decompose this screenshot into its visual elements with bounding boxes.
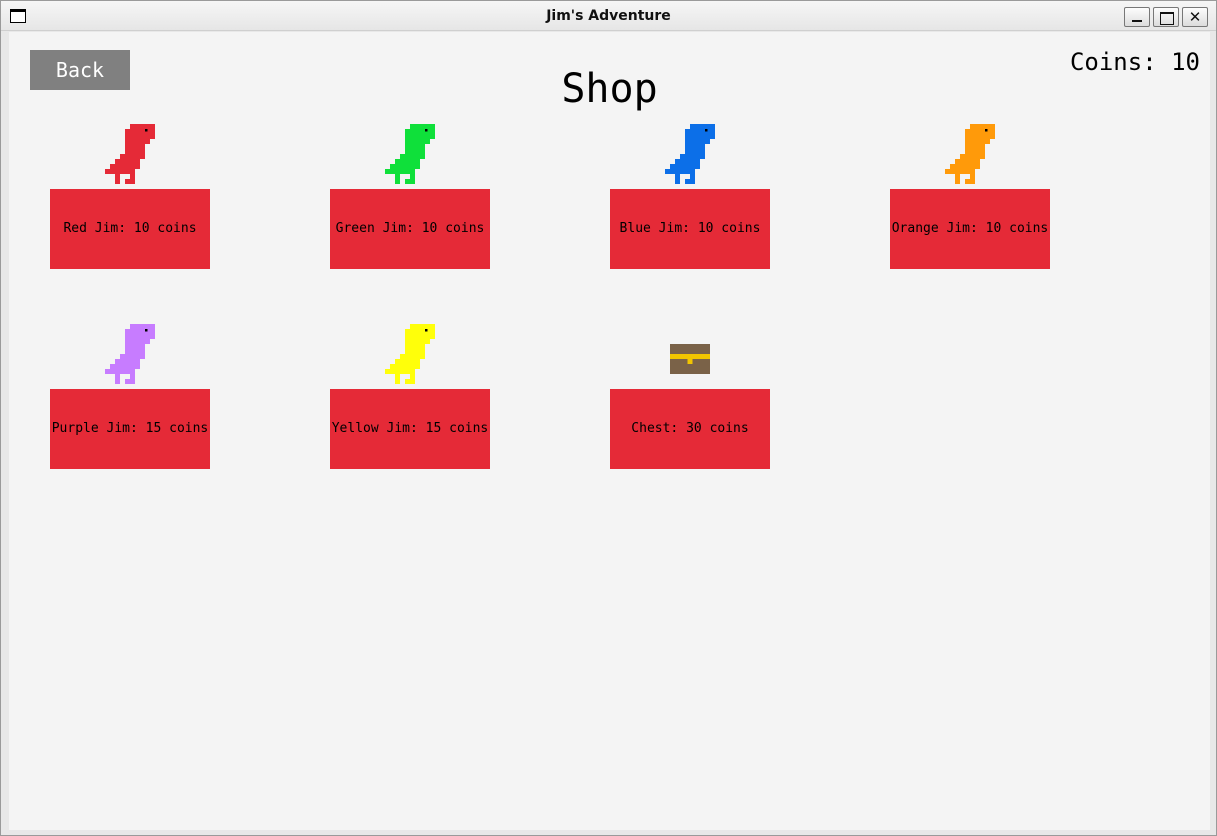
buy-yellow-jim-button[interactable]: Yellow Jim: 15 coins bbox=[330, 389, 490, 469]
dino-icon bbox=[665, 124, 715, 184]
dino-icon bbox=[105, 324, 155, 384]
title-bar[interactable]: Jim's Adventure ✕ bbox=[1, 1, 1216, 31]
close-button[interactable]: ✕ bbox=[1182, 7, 1208, 27]
dino-icon bbox=[385, 324, 435, 384]
close-icon: ✕ bbox=[1188, 8, 1202, 26]
buy-chest-button[interactable]: Chest: 30 coins bbox=[610, 389, 770, 469]
buy-green-jim-button[interactable]: Green Jim: 10 coins bbox=[330, 189, 490, 269]
buy-purple-jim-button[interactable]: Purple Jim: 15 coins bbox=[50, 389, 210, 469]
game-canvas: Back Shop Coins: 10 Red Jim: 10 coins Gr… bbox=[9, 32, 1210, 830]
maximize-button[interactable] bbox=[1153, 7, 1179, 27]
window-title: Jim's Adventure bbox=[546, 8, 671, 24]
buy-orange-jim-button[interactable]: Orange Jim: 10 coins bbox=[890, 189, 1050, 269]
dino-icon bbox=[945, 124, 995, 184]
page-title: Shop bbox=[561, 66, 658, 112]
dino-icon bbox=[105, 124, 155, 184]
chest-icon bbox=[670, 344, 710, 374]
buy-red-jim-button[interactable]: Red Jim: 10 coins bbox=[50, 189, 210, 269]
coin-counter: Coins: 10 bbox=[1069, 48, 1200, 76]
dino-icon bbox=[385, 124, 435, 184]
buy-blue-jim-button[interactable]: Blue Jim: 10 coins bbox=[610, 189, 770, 269]
minimize-button[interactable] bbox=[1124, 7, 1150, 27]
app-window: Jim's Adventure ✕ Back Shop Coins: 10 Re… bbox=[0, 0, 1217, 836]
